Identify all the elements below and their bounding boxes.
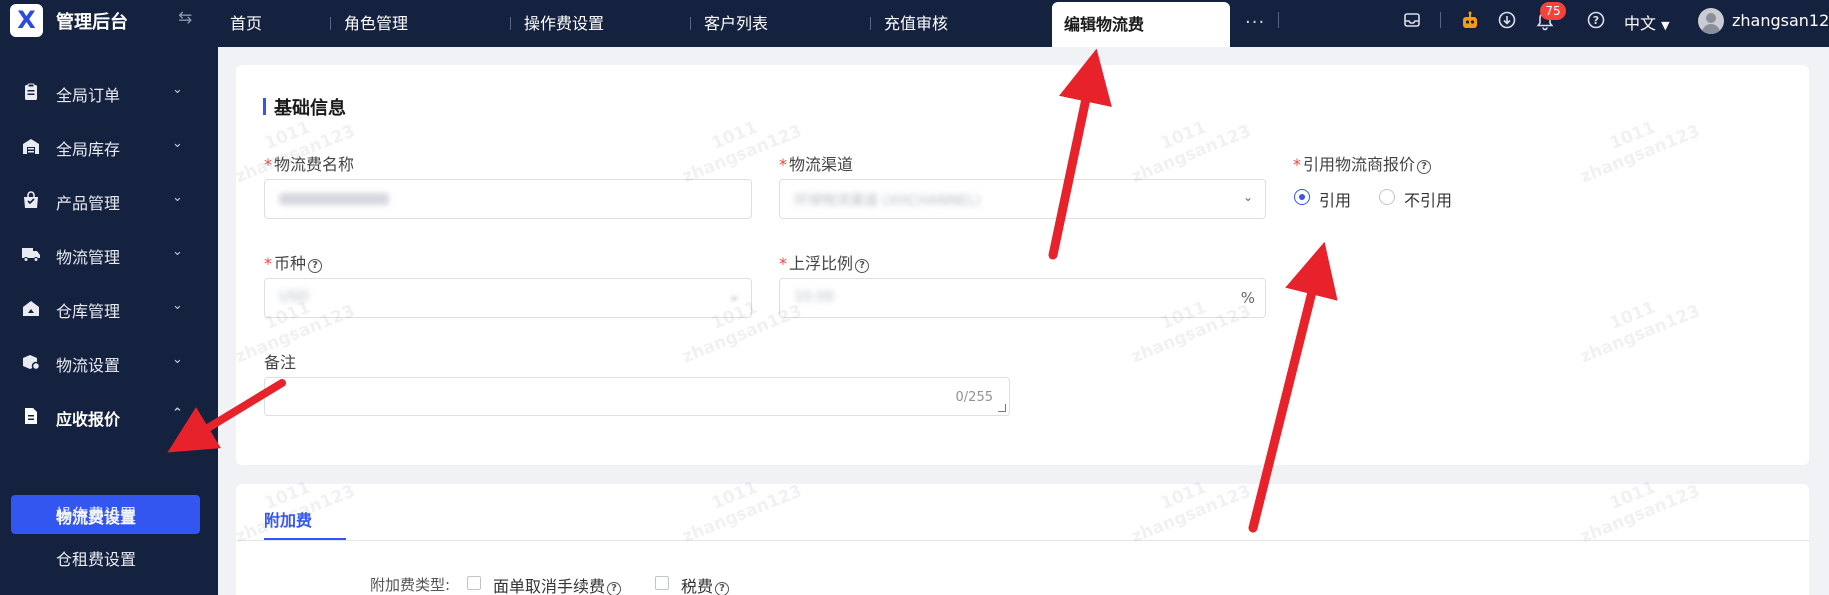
shopping-bag-icon (21, 191, 41, 211)
quote-reference-label: * 引用物流商报价? (1293, 151, 1432, 175)
no-quote-radio[interactable] (1379, 189, 1395, 205)
surcharge-type-label: 附加费类型: (370, 576, 451, 594)
help-icon[interactable]: ? (855, 259, 870, 273)
app-title: 管理后台 (56, 12, 128, 33)
chevron-down-icon: ⌄ (172, 136, 183, 151)
logistics-channel-label: * 物流渠道 (779, 155, 854, 174)
currency-value: USD (279, 289, 309, 305)
tab-role-management[interactable]: 角色管理 (332, 0, 408, 47)
help-icon[interactable]: ? (1417, 160, 1432, 174)
sidebar-item-warehouse-management[interactable]: 仓库管理 ⌄ (0, 287, 218, 333)
sidebar-subitem-operation-fee-settings[interactable]: 操作费设置 (56, 501, 136, 525)
currency-select[interactable]: USD ⌄ (264, 278, 752, 318)
warehouse-icon (21, 137, 41, 157)
sidebar-item-logistics-management[interactable]: 物流管理 ⌄ (0, 233, 218, 279)
download-icon[interactable] (1497, 11, 1517, 31)
sidebar-item-product-management[interactable]: 产品管理 ⌄ (0, 179, 218, 225)
help-icon[interactable]: ? (1586, 11, 1606, 31)
tax-option[interactable]: 税费? (681, 573, 730, 595)
tab-edit-logistics-fee[interactable]: 编辑物流费 (1052, 2, 1230, 47)
cancel-label-fee-option[interactable]: 面单取消手续费? (493, 573, 622, 595)
markup-ratio-input[interactable]: 10.00 % (779, 278, 1266, 318)
remark-textarea[interactable]: 0/255 (264, 377, 1010, 416)
basic-info-panel: 基础信息 * 物流费名称 * 物流渠道 环球物流渠道 (XHCHANNEL) ⌄ *… (236, 65, 1809, 465)
section-accent-bar (263, 98, 266, 115)
divider (236, 540, 1809, 541)
tab-operation-fee-settings[interactable]: 操作费设置 (512, 0, 604, 47)
divider (1440, 12, 1441, 28)
chevron-down-icon: ⌄ (728, 289, 739, 303)
tab-customer-list[interactable]: 客户列表 (692, 0, 768, 47)
cancel-label-fee-checkbox[interactable] (467, 576, 481, 590)
help-icon[interactable]: ? (607, 582, 622, 595)
tab-recharge-review[interactable]: 充值审核 (872, 0, 948, 47)
house-icon (21, 299, 41, 319)
quote-radio[interactable] (1294, 189, 1310, 205)
sidebar-item-global-orders[interactable]: 全局订单 ⌄ (0, 71, 218, 117)
tax-checkbox[interactable] (655, 576, 669, 590)
redacted-value (279, 193, 389, 205)
chevron-up-icon: ⌃ (172, 406, 183, 421)
language-selector[interactable]: 中文 ▼ (1624, 10, 1670, 34)
top-navigation-bar: X 管理后台 ⇆ 首页 角色管理 操作费设置 客户列表 充值审核 编辑物流费 ·… (0, 0, 1829, 47)
help-icon[interactable]: ? (308, 259, 323, 273)
svg-text:?: ? (1593, 14, 1599, 27)
tab-home[interactable]: 首页 (218, 0, 262, 47)
chevron-down-icon: ⌄ (172, 352, 183, 367)
chevron-down-icon: ⌄ (172, 190, 183, 205)
sidebar-collapse-icon[interactable]: ⇆ (178, 8, 192, 28)
no-quote-radio-label[interactable]: 不引用 (1404, 187, 1452, 211)
more-tabs-icon[interactable]: ··· (1245, 12, 1265, 33)
currency-label: * 币种? (264, 250, 323, 274)
resize-handle[interactable] (998, 404, 1006, 412)
box-settings-icon (21, 353, 41, 373)
surcharge-panel: 附加费 附加费类型: 面单取消手续费? 税费? (236, 484, 1809, 595)
tab-divider (690, 17, 691, 30)
sidebar-subitem-storage-fee-settings[interactable]: 仓租费设置 (56, 546, 136, 570)
username[interactable]: zhangsan123 (1732, 11, 1829, 30)
sidebar-item-global-inventory[interactable]: 全局库存 ⌄ (0, 125, 218, 171)
document-icon (21, 407, 41, 427)
help-icon[interactable]: ? (715, 582, 730, 595)
sidebar-item-receivable-quotes[interactable]: 应收报价 ⌃ (0, 395, 218, 441)
channel-value: 环球物流渠道 (XHCHANNEL) (794, 193, 981, 209)
logistics-fee-name-label: * 物流费名称 (264, 155, 355, 174)
markup-value: 10.00 (794, 289, 835, 305)
divider (1278, 12, 1279, 28)
sidebar: 全局订单 ⌄ 全局库存 ⌄ 产品管理 ⌄ 物流管理 ⌄ 仓库管理 ⌄ 物流设置 … (0, 47, 218, 595)
chevron-down-icon: ⌄ (172, 82, 183, 97)
notification-count-badge: 75 (1540, 2, 1566, 20)
clipboard-icon (21, 83, 41, 103)
chevron-down-icon: ⌄ (172, 298, 183, 313)
inbox-icon[interactable] (1402, 11, 1422, 31)
chevron-down-icon: ⌄ (172, 244, 183, 259)
tab-divider (330, 17, 331, 30)
char-counter: 0/255 (955, 390, 993, 405)
quote-radio-label[interactable]: 引用 (1319, 187, 1351, 211)
remark-label: 备注 (264, 353, 297, 372)
chevron-down-icon: ⌄ (1242, 190, 1253, 204)
tab-surcharge[interactable]: 附加费 (264, 507, 312, 531)
markup-ratio-label: * 上浮比例? (779, 250, 870, 274)
avatar[interactable] (1698, 8, 1724, 34)
section-title: 基础信息 (274, 98, 346, 119)
tab-divider (510, 17, 511, 30)
sidebar-item-logistics-settings[interactable]: 物流设置 ⌄ (0, 341, 218, 387)
app-logo: X (10, 4, 43, 37)
truck-icon (21, 245, 41, 265)
logistics-channel-select[interactable]: 环球物流渠道 (XHCHANNEL) ⌄ (779, 179, 1266, 219)
robot-icon[interactable] (1460, 11, 1480, 31)
tab-divider (870, 17, 871, 30)
logistics-fee-name-input[interactable] (264, 179, 752, 219)
percent-suffix: % (1240, 289, 1255, 307)
